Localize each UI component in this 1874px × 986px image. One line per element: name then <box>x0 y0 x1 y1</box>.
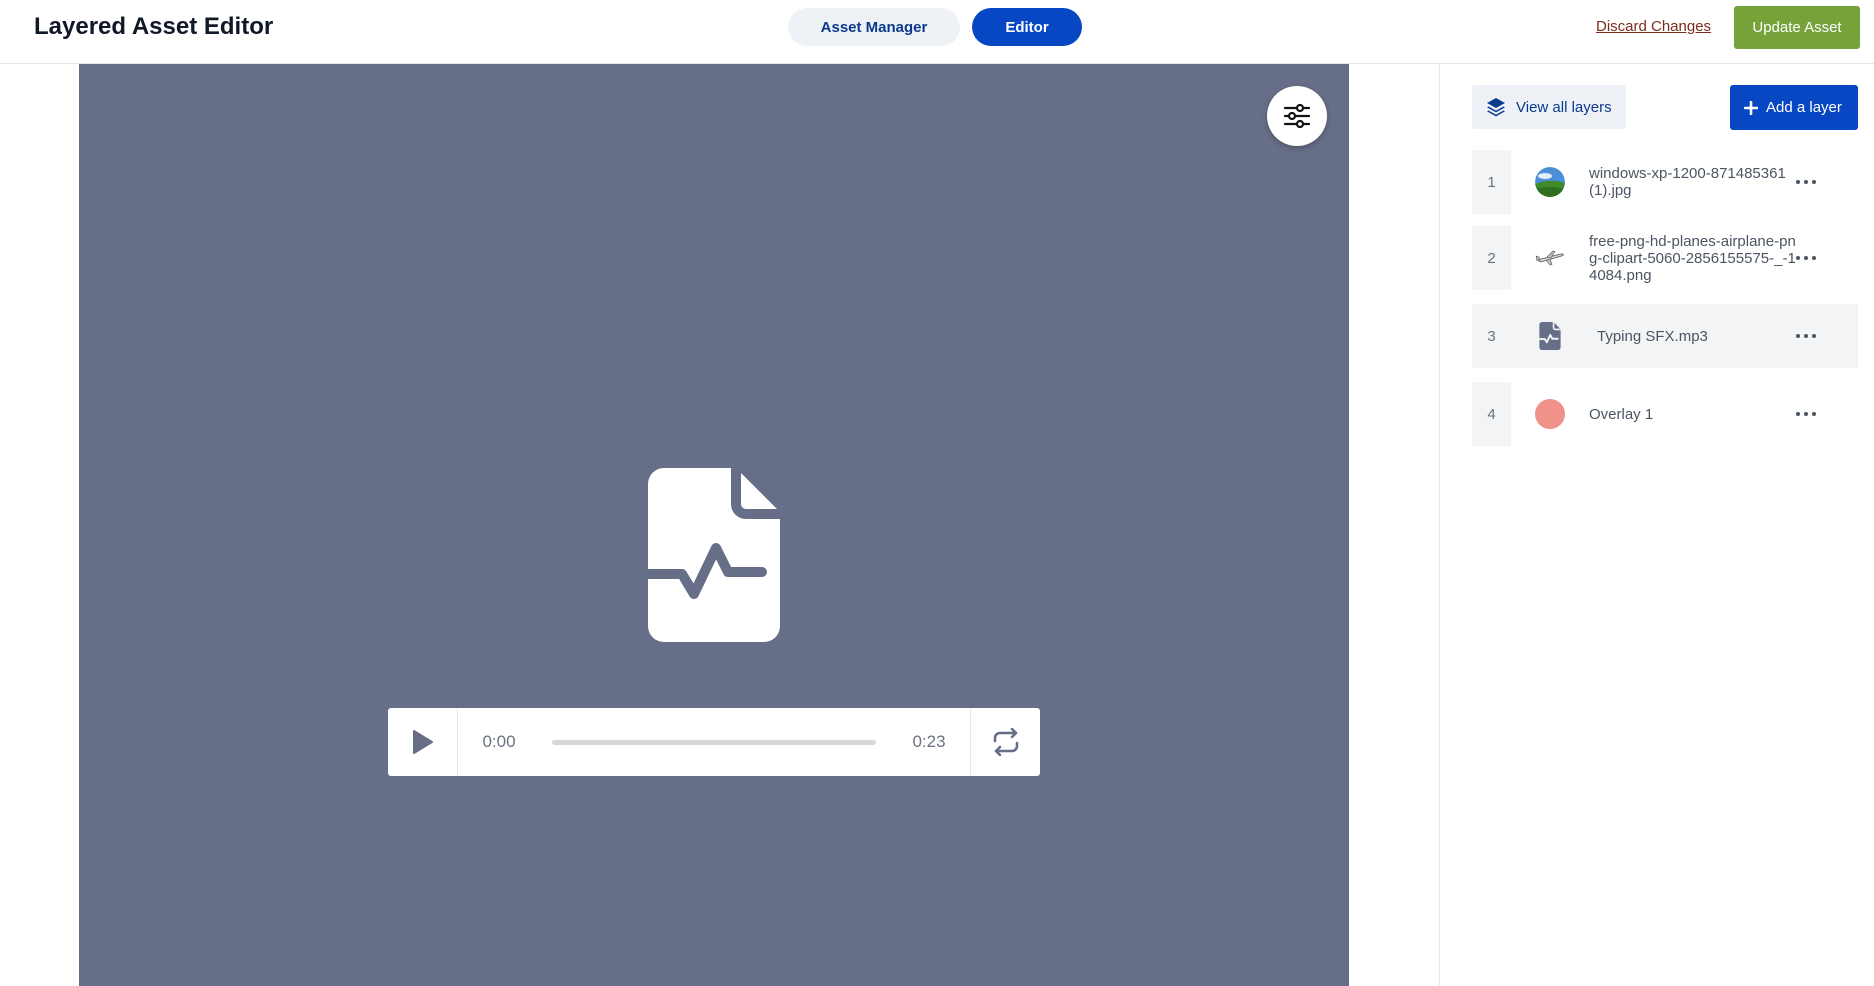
duration: 0:23 <box>912 732 946 751</box>
current-time: 0:00 <box>482 732 516 751</box>
layer-row[interactable]: 1 windows-xp-1200-871485361 (1).jpg <box>1472 150 1858 214</box>
seek-bar[interactable] <box>552 739 876 745</box>
page-title: Layered Asset Editor <box>34 13 274 40</box>
layer-row[interactable]: 2 free-png-hd-planes-airplane-png-clipar… <box>1472 226 1858 290</box>
repeat-icon <box>993 728 1018 756</box>
loop-button[interactable] <box>970 708 1040 776</box>
layer-name: free-png-hd-planes-airplane-png-clipart-… <box>1589 232 1796 284</box>
landscape-thumb <box>1535 167 1565 197</box>
layer-name: Typing SFX.mp3 <box>1597 327 1708 345</box>
discard-changes-link[interactable]: Discard Changes <box>1596 18 1711 35</box>
layer-row-active[interactable]: 3 Typing SFX.mp3 <box>1472 304 1858 368</box>
tab-editor[interactable]: Editor <box>972 8 1082 46</box>
layer-more-button[interactable] <box>1796 250 1816 266</box>
audio-player: 0:00 0:23 <box>388 708 1040 776</box>
plus-icon <box>1744 100 1758 115</box>
tab-asset-manager[interactable]: Asset Manager <box>788 8 960 46</box>
layer-name: Overlay 1 <box>1589 405 1654 423</box>
layer-index: 4 <box>1472 382 1511 446</box>
adjustments-button[interactable] <box>1267 86 1327 146</box>
layers-icon <box>1487 98 1505 117</box>
layers-panel: View all layers Add a layer 1 windows-xp… <box>1439 64 1874 986</box>
view-all-layers-label: View all layers <box>1516 98 1612 116</box>
layer-index: 3 <box>1487 327 1496 345</box>
layer-name: windows-xp-1200-871485361 (1).jpg <box>1589 165 1786 199</box>
layer-more-button[interactable] <box>1796 174 1816 190</box>
layer-index: 1 <box>1472 150 1511 214</box>
layer-more-button[interactable] <box>1796 406 1816 422</box>
play-button[interactable] <box>388 708 458 776</box>
color-swatch <box>1535 399 1565 429</box>
layer-row[interactable]: 4 Overlay 1 <box>1472 382 1858 446</box>
update-asset-button[interactable]: Update Asset <box>1734 6 1860 49</box>
airplane-thumb <box>1535 243 1565 273</box>
add-layer-button[interactable]: Add a layer <box>1730 85 1858 130</box>
add-layer-label: Add a layer <box>1766 99 1842 116</box>
layer-index: 2 <box>1472 226 1511 290</box>
audio-file-icon <box>1535 321 1565 351</box>
audio-file-icon <box>648 468 780 642</box>
sliders-icon <box>1283 103 1311 129</box>
top-header: Layered Asset Editor Asset Manager Edito… <box>0 0 1874 64</box>
view-all-layers-button[interactable]: View all layers <box>1472 85 1626 129</box>
play-icon <box>412 730 433 754</box>
layer-more-button[interactable] <box>1796 328 1816 344</box>
